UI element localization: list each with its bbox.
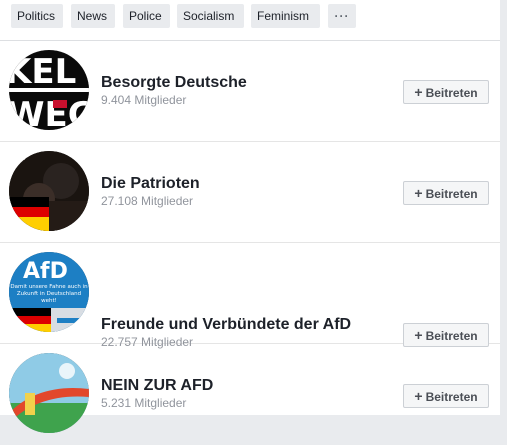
group-avatar[interactable]: AfD Damit unsere Fahne auch in Zukunft i…: [9, 252, 89, 332]
group-name[interactable]: Die Patrioten: [101, 175, 200, 193]
avatar-text: WEG: [9, 95, 89, 130]
group-name[interactable]: Freunde und Verbündete der AfD: [101, 316, 351, 334]
tag-police[interactable]: Police: [123, 4, 170, 28]
group-member-count: 5.231 Mitglieder: [101, 396, 187, 410]
join-button[interactable]: + Beitreten: [403, 181, 489, 205]
tag-politics[interactable]: Politics: [11, 4, 63, 28]
plus-icon: +: [414, 388, 423, 404]
scroll-rail: [500, 0, 507, 414]
plus-icon: +: [414, 327, 423, 343]
join-button[interactable]: + Beitreten: [403, 384, 489, 408]
tag-news[interactable]: News: [71, 4, 115, 28]
avatar-text: weht!: [41, 298, 57, 304]
avatar-text: Zukunft in Deutschland: [17, 291, 81, 297]
group-avatar[interactable]: KEL WEG: [9, 50, 89, 130]
group-avatar[interactable]: IEN: [9, 151, 89, 231]
group-row[interactable]: AfD Damit unsere Fahne auch in Zukunft i…: [0, 243, 500, 349]
more-tags-button[interactable]: ···: [328, 4, 356, 28]
group-avatar-image: KEL WEG: [9, 50, 89, 130]
tag-feminism[interactable]: Feminism: [251, 4, 320, 28]
group-member-count: 9.404 Mitglieder: [101, 93, 187, 107]
group-list: KEL WEG Besorgte Deutsche 9.404 Mitglied…: [0, 40, 500, 433]
join-label: Beitreten: [425, 187, 478, 201]
group-avatar-image: IEN: [9, 151, 89, 231]
group-avatar[interactable]: [9, 353, 89, 433]
plus-icon: +: [414, 185, 423, 201]
join-label: Beitreten: [425, 86, 478, 100]
tag-bar: Politics News Police Socialism Feminism …: [0, 0, 507, 40]
group-row[interactable]: NEIN ZUR AFD 5.231 Mitglieder + Beitreten: [0, 344, 500, 445]
group-member-count: 27.108 Mitglieder: [101, 194, 194, 208]
avatar-text: KEL: [9, 52, 76, 92]
join-label: Beitreten: [425, 390, 478, 404]
group-row[interactable]: IEN Die Patrioten 27.108 Mitglieder + Bei…: [0, 142, 500, 243]
plus-icon: +: [414, 84, 423, 100]
tag-socialism[interactable]: Socialism: [177, 4, 244, 28]
join-label: Beitreten: [425, 329, 478, 343]
avatar-text: Damit unsere Fahne auch in: [10, 284, 88, 290]
group-avatar-image: AfD Damit unsere Fahne auch in Zukunft i…: [9, 252, 89, 332]
group-row[interactable]: KEL WEG Besorgte Deutsche 9.404 Mitglied…: [0, 41, 500, 142]
join-button[interactable]: + Beitreten: [403, 80, 489, 104]
avatar-text: IEN: [9, 153, 26, 163]
group-avatar-image: [9, 353, 89, 433]
group-name[interactable]: Besorgte Deutsche: [101, 74, 247, 92]
avatar-text: AfD: [23, 259, 68, 284]
group-name[interactable]: NEIN ZUR AFD: [101, 377, 213, 395]
